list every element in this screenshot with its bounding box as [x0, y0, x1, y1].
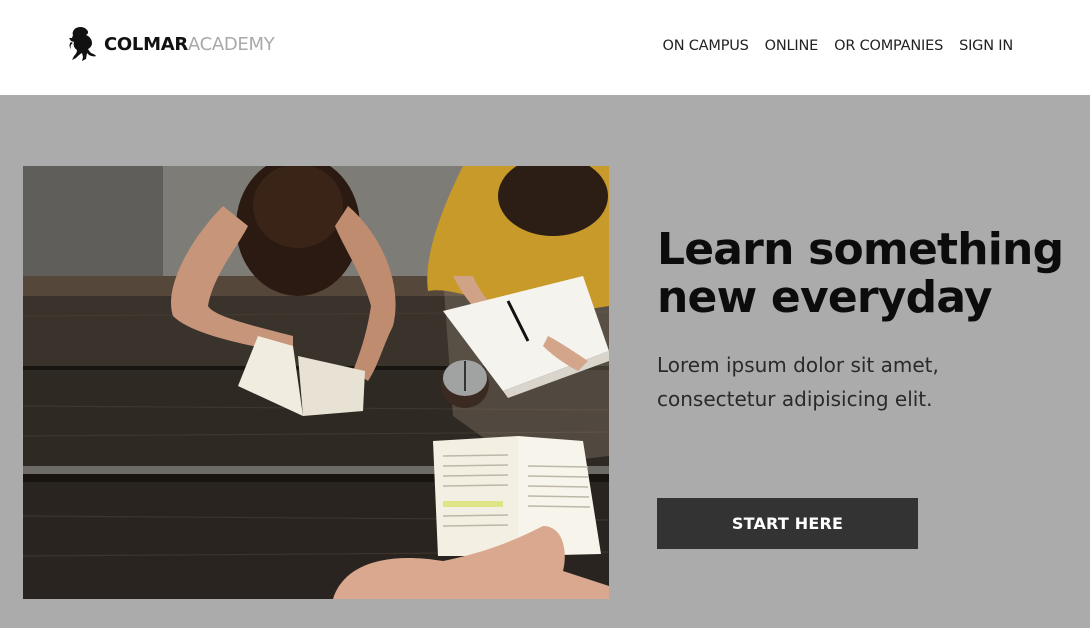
brand-name-light: ACADEMY — [187, 33, 275, 55]
site-header: COLMARACADEMY ON CAMPUS ONLINE OR COMPAN… — [0, 0, 1090, 95]
brand-name-strong: COLMAR — [104, 33, 188, 55]
main-nav: ON CAMPUS ONLINE OR COMPANIES SIGN IN — [662, 38, 1013, 54]
nav-item-online[interactable]: ONLINE — [765, 38, 819, 54]
start-here-button[interactable]: START HERE — [657, 498, 918, 549]
nav-item-or-companies[interactable]: OR COMPANIES — [834, 38, 943, 54]
hero-subtext: Lorem ipsum dolor sit amet, consectetur … — [657, 353, 939, 411]
brand-logo[interactable]: COLMARACADEMY — [68, 26, 275, 62]
hero-headline: Learn something new everyday — [657, 224, 1064, 323]
hero-photo — [23, 166, 609, 599]
lion-rampant-icon — [68, 26, 98, 62]
hero-copy: Learn something new everyday Lorem ipsum… — [657, 226, 1077, 416]
brand-name: COLMARACADEMY — [104, 33, 275, 55]
nav-item-sign-in[interactable]: SIGN IN — [959, 38, 1013, 54]
nav-item-on-campus[interactable]: ON CAMPUS — [662, 38, 748, 54]
